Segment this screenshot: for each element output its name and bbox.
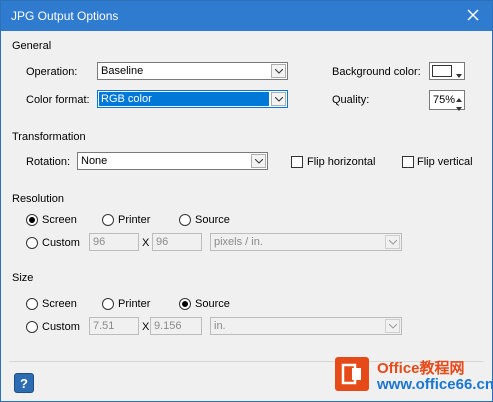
size-printer-label[interactable]: Printer — [118, 298, 150, 310]
section-transformation: Transformation — [12, 131, 86, 143]
color-format-label: Color format: — [26, 94, 90, 106]
watermark-text-line1: Office教程网 — [377, 360, 465, 377]
section-resolution: Resolution — [12, 193, 64, 205]
size-height-input[interactable]: 9.156 — [150, 317, 202, 335]
watermark-logo: Office教程网 www.office66.cn — [327, 351, 493, 399]
resolution-custom-radio[interactable] — [26, 237, 38, 249]
flip-vertical-checkbox[interactable] — [402, 156, 414, 168]
background-color-label: Background color: — [332, 66, 421, 78]
dialog-window: JPG Output Options General Operation: Ba… — [0, 0, 493, 402]
quality-value: 75% — [433, 94, 456, 106]
office-logo-icon — [335, 357, 369, 391]
size-custom-label[interactable]: Custom — [42, 321, 80, 333]
quality-label: Quality: — [332, 94, 370, 106]
flip-vertical-label[interactable]: Flip vertical — [417, 156, 473, 168]
resolution-height-input[interactable]: 96 — [152, 233, 202, 251]
chevron-down-icon[interactable] — [271, 92, 286, 106]
rotation-label: Rotation: — [26, 156, 71, 168]
resolution-width-input[interactable]: 96 — [89, 233, 139, 251]
watermark-text-line2: www.office66.cn — [377, 376, 493, 393]
title-bar[interactable]: JPG Output Options — [1, 1, 492, 31]
size-width-input[interactable]: 7.51 — [89, 317, 139, 335]
resolution-unit-select[interactable]: pixels / in. — [210, 233, 402, 251]
size-screen-radio[interactable] — [26, 298, 38, 310]
window-title: JPG Output Options — [11, 9, 119, 23]
size-screen-label[interactable]: Screen — [42, 298, 77, 310]
operation-label: Operation: — [26, 66, 78, 78]
resolution-printer-radio[interactable] — [102, 214, 114, 226]
dropdown-arrow-icon — [456, 69, 462, 81]
size-source-label[interactable]: Source — [195, 298, 230, 310]
background-color-picker[interactable] — [429, 62, 465, 80]
resolution-x-separator: X — [142, 237, 150, 249]
flip-horizontal-label[interactable]: Flip horizontal — [307, 156, 375, 168]
size-source-radio[interactable] — [179, 298, 191, 310]
section-general: General — [12, 40, 52, 52]
section-size: Size — [12, 272, 34, 284]
quality-spinner[interactable]: 75% — [429, 90, 465, 111]
color-swatch — [432, 65, 452, 77]
chevron-down-icon[interactable] — [251, 154, 266, 168]
help-icon: ? — [20, 376, 28, 391]
close-icon[interactable] — [464, 6, 482, 24]
chevron-down-icon[interactable] — [385, 235, 400, 249]
operation-select[interactable]: Baseline — [97, 62, 288, 80]
resolution-screen-label[interactable]: Screen — [42, 214, 77, 226]
size-printer-radio[interactable] — [102, 298, 114, 310]
flip-horizontal-checkbox[interactable] — [291, 156, 303, 168]
resolution-screen-radio[interactable] — [26, 214, 38, 226]
size-custom-radio[interactable] — [26, 321, 38, 333]
resolution-custom-label[interactable]: Custom — [42, 237, 80, 249]
chevron-down-icon[interactable] — [271, 64, 286, 78]
resolution-source-label[interactable]: Source — [195, 214, 230, 226]
size-unit-select[interactable]: in. — [210, 317, 402, 335]
help-button[interactable]: ? — [14, 373, 34, 393]
color-format-select[interactable]: RGB color — [97, 90, 288, 108]
rotation-select[interactable]: None — [77, 152, 268, 170]
resolution-source-radio[interactable] — [179, 214, 191, 226]
chevron-down-icon[interactable] — [385, 319, 400, 333]
size-x-separator: X — [142, 321, 150, 333]
resolution-printer-label[interactable]: Printer — [118, 214, 150, 226]
spin-down-icon[interactable] — [456, 102, 462, 114]
